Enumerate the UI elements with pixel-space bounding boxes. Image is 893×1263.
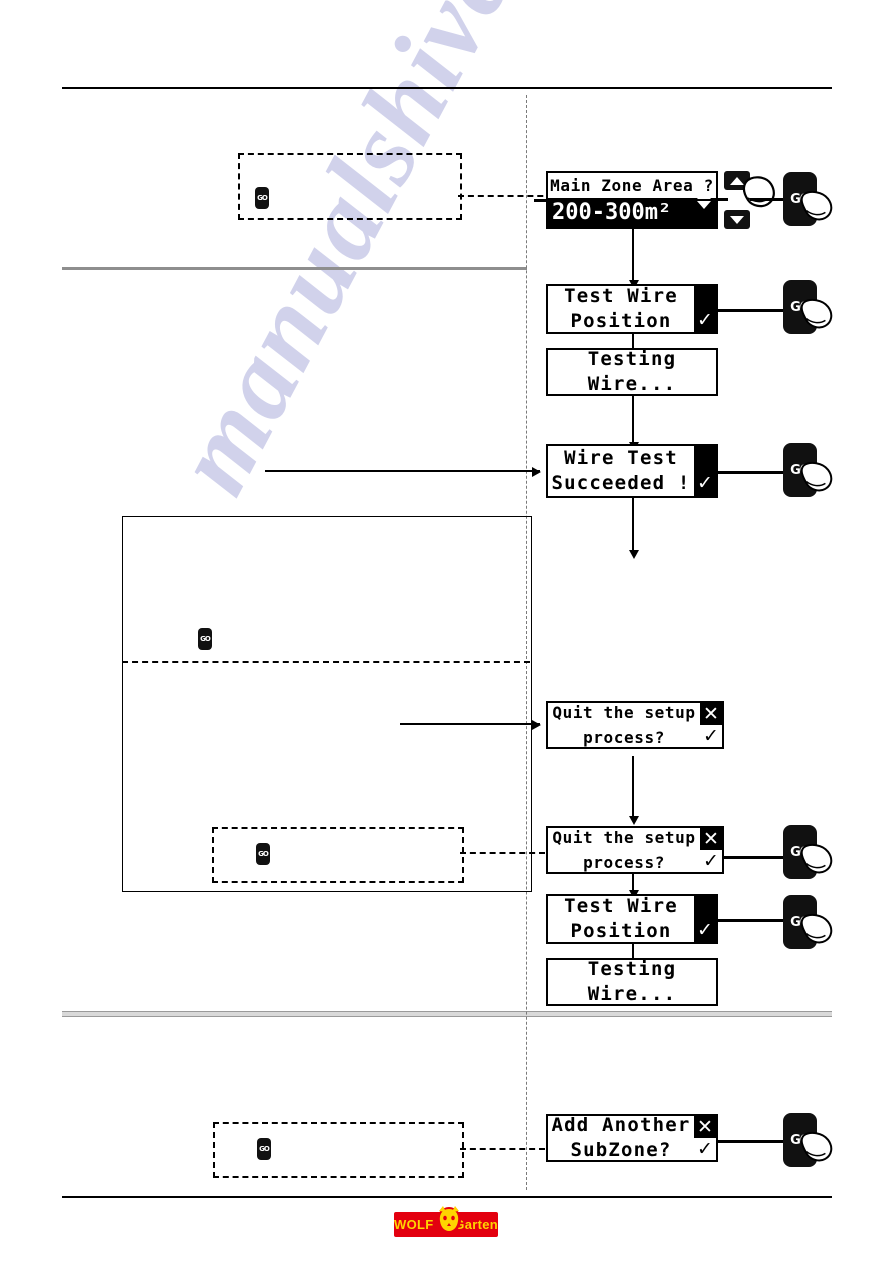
lcd-line-1: Wire Test — [564, 447, 678, 469]
go-button-unit-5[interactable]: GO — [783, 895, 847, 957]
screen-wire-test-succeeded[interactable]: Wire Test Succeeded ! ✓ — [546, 444, 718, 498]
down-triangle-icon[interactable] — [697, 201, 711, 209]
lcd-line-1: Quit the setup — [552, 703, 696, 722]
lcd-line-2: 200-300m² — [548, 197, 716, 227]
go-button-icon: GO — [257, 1138, 271, 1160]
note-connector-lower — [460, 852, 545, 854]
lcd-line-2: SubZone? — [570, 1139, 672, 1161]
softkey-confirm[interactable]: ✓ — [694, 309, 716, 332]
connector-screen2-to-go — [718, 309, 784, 312]
watermark: manualshive.com — [151, 0, 639, 512]
softkey-cancel[interactable]: ✕ — [694, 1116, 716, 1138]
softkey-confirm[interactable]: ✓ — [694, 1138, 716, 1160]
footer-rule — [62, 1196, 832, 1198]
connector-keys-to-go — [750, 198, 784, 201]
section-rule-gray — [62, 267, 527, 270]
lcd-line-1: Main Zone Area ? — [550, 175, 714, 195]
go-button-icon: GO — [256, 843, 270, 865]
pointing-hand-icon — [800, 190, 833, 221]
note-box-bottom: GO — [213, 1122, 464, 1178]
connector-screen6-to-go — [724, 856, 784, 859]
flow-arrow-area-to-testwire — [629, 228, 639, 289]
screen-quit-setup-1[interactable]: Quit the setup process? ✕ ✓ — [546, 701, 724, 749]
pointing-hand-icon — [800, 1131, 833, 1162]
go-button-unit-3[interactable]: GO — [783, 443, 847, 505]
softkey-column[interactable]: ✕ ✓ — [694, 1116, 716, 1160]
lcd-line-2: Position — [570, 310, 672, 332]
pointing-hand-icon — [800, 843, 833, 874]
lcd-line-2: Wire... — [587, 983, 677, 1005]
screen-testing-wire-2: Testing Wire... — [546, 958, 718, 1006]
manual-page: manualshive.com GO GO GO GO Main Zone Ar… — [0, 0, 893, 1263]
softkey-column[interactable]: ✓ — [694, 446, 716, 496]
scroll-arrows[interactable] — [697, 191, 711, 209]
lcd-line-1: Test Wire — [564, 285, 678, 307]
logo-text-wolf: WOLF — [394, 1217, 434, 1232]
arrow-to-quit-setup — [400, 720, 541, 730]
flow-arrow-quit2-to-testwire2 — [629, 872, 639, 899]
note-box-top: GO — [238, 153, 462, 220]
lcd-line-1: Testing — [587, 348, 677, 370]
go-button-unit-6[interactable]: GO — [783, 1113, 847, 1175]
softkey-column[interactable]: ✓ — [694, 896, 716, 942]
softkey-blank — [694, 286, 716, 309]
section-rule-double — [62, 1011, 832, 1017]
arrow-to-wire-test-succeeded — [265, 467, 541, 477]
go-button-icon: GO — [198, 628, 212, 650]
go-button-unit-2[interactable]: GO — [783, 280, 847, 342]
connector-screen7-to-go — [718, 919, 784, 922]
flow-arrow-succeeded-down — [629, 498, 639, 559]
lcd-line-1: Add Another — [551, 1114, 691, 1136]
lcd-line-2: Wire... — [587, 373, 677, 395]
wolf-head-icon — [437, 1206, 461, 1233]
screen-main-zone-area[interactable]: Main Zone Area ? 200-300m² — [546, 171, 718, 229]
softkey-cancel[interactable]: ✕ — [700, 703, 722, 725]
note-connector-bottom — [460, 1148, 545, 1150]
go-button-icon: GO — [255, 187, 269, 209]
softkey-confirm[interactable]: ✓ — [694, 471, 716, 496]
header-rule — [62, 87, 832, 89]
lcd-line-1: Test Wire — [564, 895, 678, 917]
note-box-lower: GO — [212, 827, 464, 883]
softkey-column[interactable]: ✓ — [694, 286, 716, 332]
lcd-line-2: Succeeded ! — [551, 472, 691, 494]
flow-arrow-testing-to-succeeded — [629, 396, 639, 451]
pointing-hand-icon — [800, 913, 833, 944]
flow-arrow-testwire2-to-testing2 — [629, 944, 639, 967]
pointing-hand-icon — [742, 176, 775, 208]
screen-add-another-subzone[interactable]: Add Another SubZone? ✕ ✓ — [546, 1114, 718, 1162]
go-button-unit-4[interactable]: GO — [783, 825, 847, 887]
down-arrow-icon — [730, 215, 744, 224]
screen-test-wire-position-2[interactable]: Test Wire Position ✓ — [546, 894, 718, 944]
softkey-confirm[interactable]: ✓ — [700, 850, 722, 872]
softkey-column[interactable]: ✕ ✓ — [700, 703, 722, 747]
softkey-blank — [694, 446, 716, 471]
illustration-divider-dashed — [122, 661, 530, 663]
softkey-confirm[interactable]: ✓ — [700, 725, 722, 747]
connector-screen4-to-go — [718, 471, 784, 474]
pointing-hand-icon — [800, 461, 833, 492]
softkey-cancel[interactable]: ✕ — [700, 828, 722, 850]
screen-test-wire-position-1[interactable]: Test Wire Position ✓ — [546, 284, 718, 334]
softkey-confirm[interactable]: ✓ — [694, 919, 716, 942]
screen-testing-wire-1: Testing Wire... — [546, 348, 718, 396]
lcd-line-2: process? — [583, 853, 665, 872]
connector-screen1-to-go — [718, 198, 728, 201]
lead-line-screen1 — [534, 199, 547, 202]
connector-screen9-to-go — [718, 1140, 784, 1143]
flow-arrow-testwire-to-testing — [629, 334, 639, 357]
softkey-blank — [694, 896, 716, 919]
screen-quit-setup-2[interactable]: Quit the setup process? ✕ ✓ — [546, 826, 724, 874]
softkey-column[interactable]: ✕ ✓ — [700, 828, 722, 872]
flow-arrow-quit1-to-quit2 — [629, 756, 639, 825]
lcd-line-2: Position — [570, 920, 672, 942]
lcd-line-1: Quit the setup — [552, 828, 696, 847]
up-triangle-icon[interactable] — [697, 191, 711, 199]
wolf-garten-logo: WOLF Garten — [394, 1206, 498, 1237]
go-button-unit-1[interactable]: GO — [783, 172, 847, 234]
pointing-hand-icon — [800, 298, 833, 329]
lcd-line-1: Testing — [587, 958, 677, 980]
lcd-line-2: process? — [583, 728, 665, 747]
